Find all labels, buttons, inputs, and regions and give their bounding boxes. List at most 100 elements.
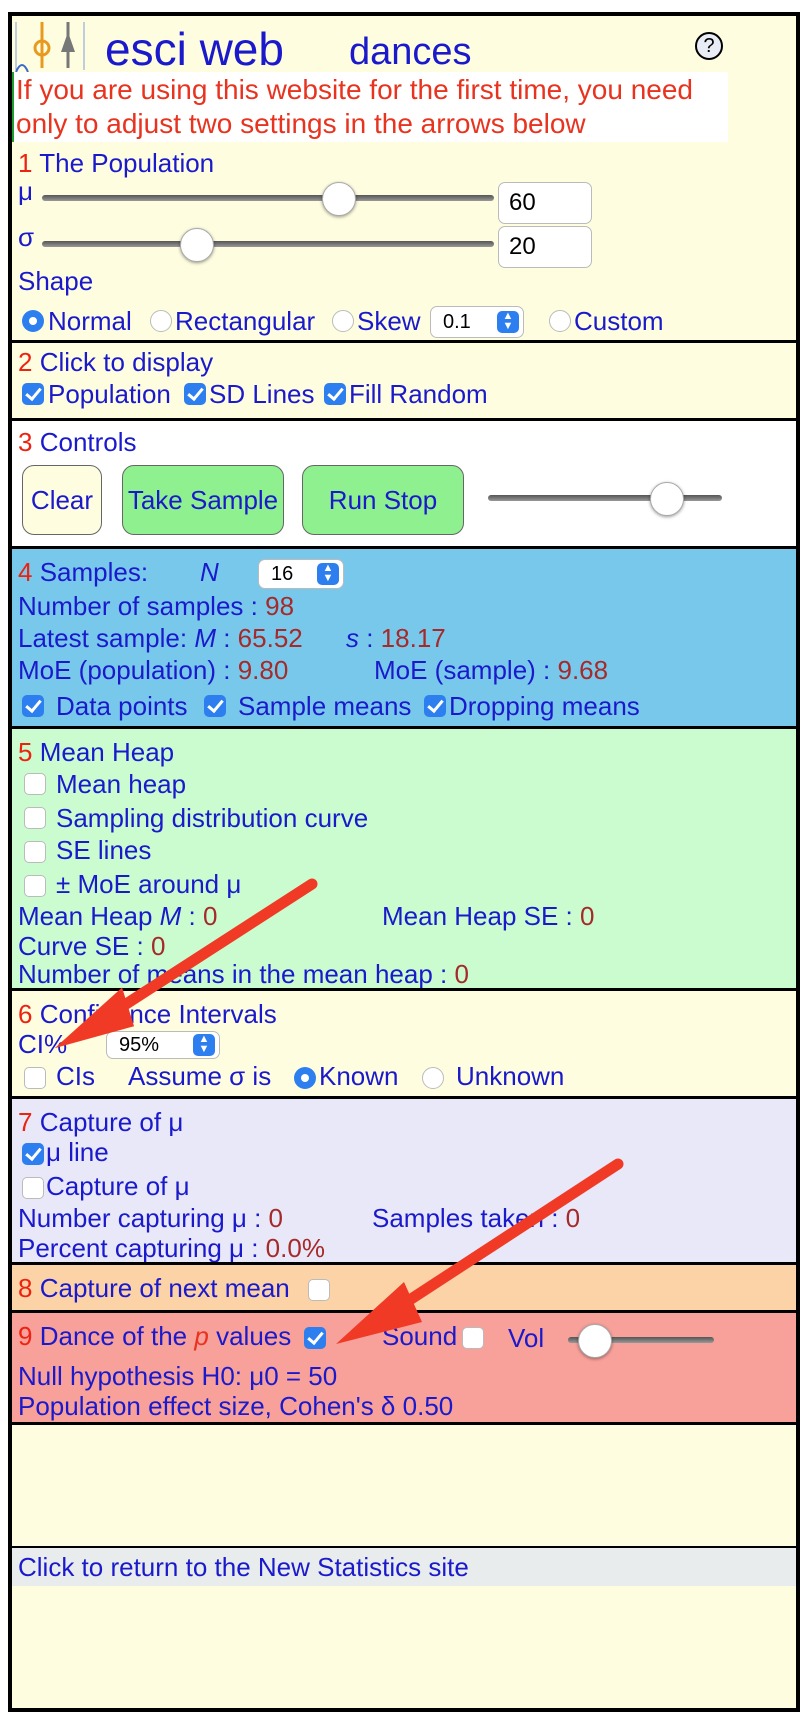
pvalues-heading: 9 Dance of the p values xyxy=(18,1321,292,1351)
population-heading: 1 The Population xyxy=(18,148,215,178)
shape-rectangular-label: Rectangular xyxy=(175,306,316,336)
heap-count-row: Number of means in the mean heap : 0 xyxy=(18,959,469,989)
shape-skew-label: Skew xyxy=(357,306,421,336)
app-frame: esci web dances ? If you are using this … xyxy=(8,12,800,1712)
mu-slider-track[interactable] xyxy=(42,195,494,201)
sigma-label: σ xyxy=(18,222,35,252)
next-mean-panel: 8 Capture of next mean xyxy=(12,1262,796,1310)
mean-heap-panel: 5 Mean Heap Mean heap Sampling distribut… xyxy=(12,726,796,989)
n-select[interactable]: 16 ▲ ▼ xyxy=(258,559,344,589)
intro-line-1: If you are using this website for the fi… xyxy=(16,74,694,105)
population-checkbox[interactable] xyxy=(22,383,44,405)
sd-lines-label: SD Lines xyxy=(209,379,315,409)
mu-slider-thumb[interactable] xyxy=(322,182,356,216)
shape-normal-radio[interactable] xyxy=(22,310,44,332)
moe-around-mu-label: ± MoE around μ xyxy=(56,869,242,899)
chevron-updown-icon: ▲ ▼ xyxy=(193,1034,215,1056)
empty-area xyxy=(12,1422,796,1546)
sigma-input[interactable]: 20 xyxy=(498,226,592,268)
controls-heading: 3 Controls xyxy=(18,427,137,457)
pvalues-checkbox[interactable] xyxy=(304,1327,326,1349)
capture-of-mu-label: Capture of μ xyxy=(46,1171,190,1201)
mu-input[interactable]: 60 xyxy=(498,182,592,224)
samples-panel: 4 Samples: N 16 ▲ ▼ Number of samples : 9… xyxy=(12,546,796,726)
ci-select[interactable]: 95% ▲ ▼ xyxy=(106,1031,220,1059)
shape-label: Shape xyxy=(18,266,94,296)
pvalues-panel: 9 Dance of the p values Sound Vol Null h… xyxy=(12,1310,796,1422)
clear-button[interactable]: Clear xyxy=(22,465,102,535)
sample-means-checkbox[interactable] xyxy=(204,695,226,717)
display-panel: 2 Click to display Population SD Lines F… xyxy=(12,340,796,418)
sigma-slider-track[interactable] xyxy=(42,241,494,247)
cis-checkbox[interactable] xyxy=(24,1067,46,1089)
shape-skew-radio[interactable] xyxy=(332,310,354,332)
cis-label: CIs xyxy=(56,1061,95,1091)
bottom-area xyxy=(12,1586,796,1708)
volume-slider-thumb[interactable] xyxy=(578,1324,612,1358)
sound-checkbox[interactable] xyxy=(462,1327,484,1349)
se-lines-label: SE lines xyxy=(56,835,152,865)
known-radio[interactable] xyxy=(294,1067,316,1089)
n-value: 16 xyxy=(271,563,294,585)
vol-label: Vol xyxy=(508,1323,545,1353)
unknown-radio[interactable] xyxy=(422,1067,444,1089)
sampling-curve-checkbox[interactable] xyxy=(24,807,46,829)
speed-slider-thumb[interactable] xyxy=(650,482,684,516)
speed-slider-track[interactable] xyxy=(488,495,722,501)
sigma-slider-thumb[interactable] xyxy=(180,228,214,262)
population-option-label: Population xyxy=(48,379,171,409)
app-subtitle: dances xyxy=(349,31,472,73)
shape-rectangular-radio[interactable] xyxy=(150,310,172,332)
run-stop-button[interactable]: Run Stop xyxy=(302,465,464,535)
capture-of-mu-checkbox[interactable] xyxy=(22,1177,44,1199)
mu-line-label: μ line xyxy=(46,1137,109,1167)
display-heading: 2 Click to display xyxy=(18,347,214,377)
take-sample-button[interactable]: Take Sample xyxy=(122,465,284,535)
moe-sample-row: MoE (sample) : 9.68 xyxy=(374,655,609,685)
esci-logo-icon xyxy=(15,22,85,73)
data-points-label: Data points xyxy=(56,691,188,721)
latest-s-row: s : 18.17 xyxy=(346,623,446,653)
mu-label: μ xyxy=(18,176,33,206)
effect-size-text: Population effect size, Cohen's δ 0.50 xyxy=(18,1391,454,1421)
moe-around-mu-checkbox[interactable] xyxy=(24,875,46,897)
heap-m-row: Mean Heap M : 0 xyxy=(18,901,218,931)
intro-line-2: only to adjust two settings in the arrow… xyxy=(16,108,586,139)
sampling-curve-label: Sampling distribution curve xyxy=(56,803,369,833)
fill-random-label: Fill Random xyxy=(349,379,488,409)
samples-heading: 4 Samples: xyxy=(18,557,149,587)
ci-percent-label: CI% xyxy=(18,1029,68,1059)
heap-se-row: Mean Heap SE : 0 xyxy=(382,901,595,931)
controls-panel: 3 Controls Clear Take Sample Run Stop xyxy=(12,418,796,546)
mean-heap-option-label: Mean heap xyxy=(56,769,187,799)
fill-random-checkbox[interactable] xyxy=(324,383,346,405)
ci-panel: 6 Confidence Intervals CI% 95% ▲ ▼ CIs As… xyxy=(12,988,796,1096)
mean-heap-heading: 5 Mean Heap xyxy=(18,737,175,767)
se-lines-checkbox[interactable] xyxy=(24,841,46,863)
footer-bar: Click to return to the New Statistics si… xyxy=(12,1546,796,1586)
dropping-means-checkbox[interactable] xyxy=(424,695,446,717)
data-points-checkbox[interactable] xyxy=(22,695,44,717)
num-capturing-row: Number capturing μ : 0 xyxy=(18,1203,284,1233)
mu-line-checkbox[interactable] xyxy=(22,1143,44,1165)
skew-select[interactable]: 0.1 ▲ ▼ xyxy=(430,306,524,338)
dropping-means-label: Dropping means xyxy=(449,691,640,721)
curve-se-row: Curve SE : 0 xyxy=(18,931,166,961)
skew-value: 0.1 xyxy=(443,311,471,333)
shape-normal-label: Normal xyxy=(48,306,132,336)
latest-sample-row: Latest sample: M : 65.52 xyxy=(18,623,303,653)
help-button[interactable]: ? xyxy=(695,32,723,60)
next-mean-heading: 8 Capture of next mean xyxy=(18,1273,290,1303)
moe-population-row: MoE (population) : 9.80 xyxy=(18,655,289,685)
null-hypothesis-text: Null hypothesis H0: μ0 = 50 xyxy=(18,1361,338,1391)
shape-custom-radio[interactable] xyxy=(549,310,571,332)
population-panel: 1 The Population μ 60 σ 20 Shape Normal … xyxy=(12,142,796,340)
sd-lines-checkbox[interactable] xyxy=(184,383,206,405)
return-link[interactable]: Click to return to the New Statistics si… xyxy=(18,1552,469,1582)
capture-heading: 7 Capture of μ xyxy=(18,1107,184,1137)
ci-heading: 6 Confidence Intervals xyxy=(18,999,277,1029)
num-samples-row: Number of samples : 98 xyxy=(18,591,295,621)
mean-heap-checkbox[interactable] xyxy=(24,773,46,795)
next-mean-checkbox[interactable] xyxy=(308,1279,330,1301)
shape-custom-label: Custom xyxy=(574,306,664,336)
